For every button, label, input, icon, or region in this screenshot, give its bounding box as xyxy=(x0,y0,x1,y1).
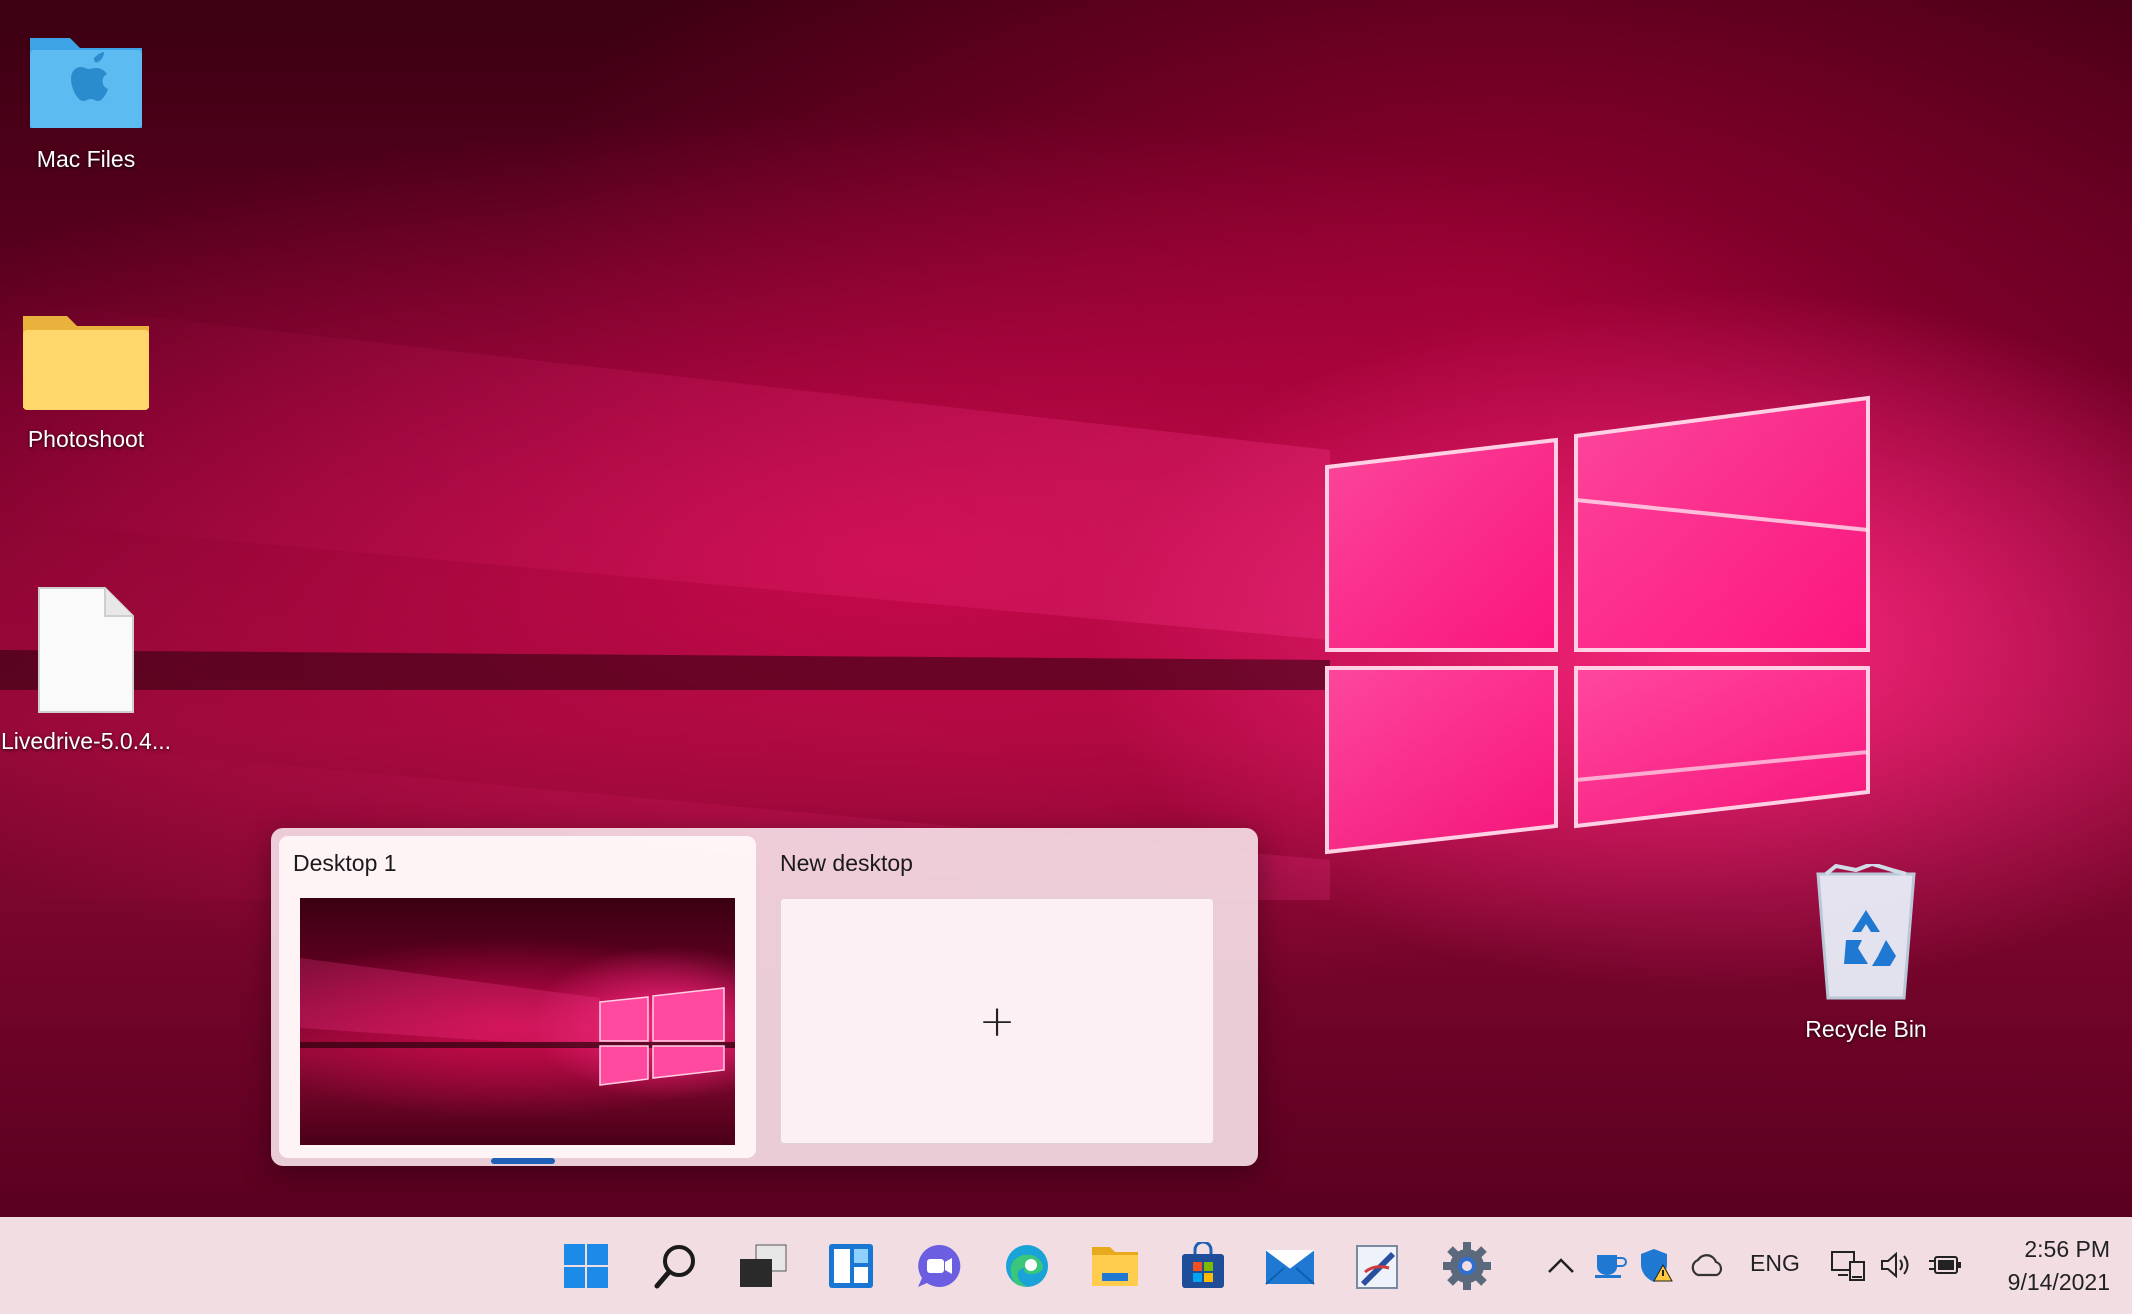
start-button[interactable] xyxy=(558,1238,614,1294)
new-desktop-title: New desktop xyxy=(780,850,913,876)
tray-app-cup[interactable] xyxy=(1590,1245,1630,1285)
desktop-icon-label: Livedrive-5.0.4... xyxy=(0,728,172,754)
clock[interactable]: 2:56 PM 9/14/2021 xyxy=(1960,1233,2110,1299)
paint-button[interactable] xyxy=(1350,1238,1406,1294)
wallpaper-thumbnail xyxy=(300,958,735,1086)
desktop-icon-recycle-bin[interactable]: Recycle Bin xyxy=(1776,861,1956,1043)
settings-icon xyxy=(1443,1242,1491,1290)
network-icon xyxy=(1831,1251,1865,1281)
mail-button[interactable] xyxy=(1262,1238,1318,1294)
chat-button[interactable] xyxy=(911,1238,967,1294)
desktop-background: Mac Files Photoshoot Livedrive-5.0.4... … xyxy=(0,0,2132,1217)
chevron-up-icon xyxy=(1548,1258,1574,1273)
desktop-icon-photoshoot[interactable]: Photoshoot xyxy=(0,308,176,453)
new-desktop-button[interactable]: + xyxy=(780,898,1214,1144)
new-desktop-tile[interactable]: New desktop + xyxy=(766,836,1250,1158)
task-view-button[interactable] xyxy=(735,1238,791,1294)
cloud-icon xyxy=(1691,1254,1723,1277)
battery-plug-icon xyxy=(1929,1256,1961,1274)
desktop-icon-livedrive[interactable]: Livedrive-5.0.4... xyxy=(0,586,176,755)
desktop-icon-label: Photoshoot xyxy=(27,426,145,452)
mail-icon xyxy=(1265,1249,1315,1285)
shield-warning-icon xyxy=(1641,1249,1673,1282)
mac-folder-icon xyxy=(30,38,142,128)
battery-tray[interactable] xyxy=(1925,1245,1965,1285)
file-explorer-icon xyxy=(1092,1247,1138,1286)
cup-icon xyxy=(1595,1255,1627,1278)
widgets-button[interactable] xyxy=(823,1238,879,1294)
edge-button[interactable] xyxy=(999,1238,1055,1294)
taskbar: ENG 2:56 PM 9/14/2021 xyxy=(0,1217,2132,1314)
network-tray[interactable] xyxy=(1828,1245,1868,1285)
onedrive-tray[interactable] xyxy=(1685,1245,1729,1285)
input-language-indicator[interactable]: ENG xyxy=(1750,1250,1800,1277)
desktop-thumbnail[interactable] xyxy=(300,898,735,1145)
clock-time: 2:56 PM xyxy=(2024,1236,2110,1262)
edge-icon xyxy=(1006,1245,1048,1287)
plus-icon: + xyxy=(978,995,1016,1047)
show-hidden-icons-button[interactable] xyxy=(1542,1245,1580,1285)
file-icon xyxy=(38,587,134,713)
desktop-icon-label: Recycle Bin xyxy=(1805,1016,1927,1042)
speaker-icon xyxy=(1881,1251,1909,1279)
active-desktop-indicator xyxy=(491,1158,555,1164)
virtual-desktop-title: Desktop 1 xyxy=(293,850,397,876)
start-icon xyxy=(564,1244,608,1288)
folder-icon xyxy=(23,316,149,410)
virtual-desktop-1[interactable]: Desktop 1 xyxy=(279,836,756,1164)
desktop-icon-label: Mac Files xyxy=(36,146,136,172)
search-button[interactable] xyxy=(648,1238,704,1294)
widgets-icon xyxy=(829,1244,873,1288)
settings-button[interactable] xyxy=(1439,1238,1495,1294)
volume-tray[interactable] xyxy=(1876,1245,1916,1285)
store-icon xyxy=(1182,1242,1224,1288)
clock-date: 9/14/2021 xyxy=(2007,1269,2110,1295)
task-view-panel: Desktop 1 New desktop + xyxy=(271,828,1258,1166)
desktop-icon-mac-files[interactable]: Mac Files xyxy=(0,28,176,173)
search-icon xyxy=(654,1245,695,1289)
store-button[interactable] xyxy=(1175,1238,1231,1294)
chat-icon xyxy=(918,1244,961,1287)
file-explorer-button[interactable] xyxy=(1087,1238,1143,1294)
task-view-icon xyxy=(740,1244,787,1287)
paint-icon xyxy=(1356,1245,1398,1289)
windows-security-tray[interactable] xyxy=(1636,1245,1676,1285)
recycle-bin-icon xyxy=(1816,861,1916,1000)
